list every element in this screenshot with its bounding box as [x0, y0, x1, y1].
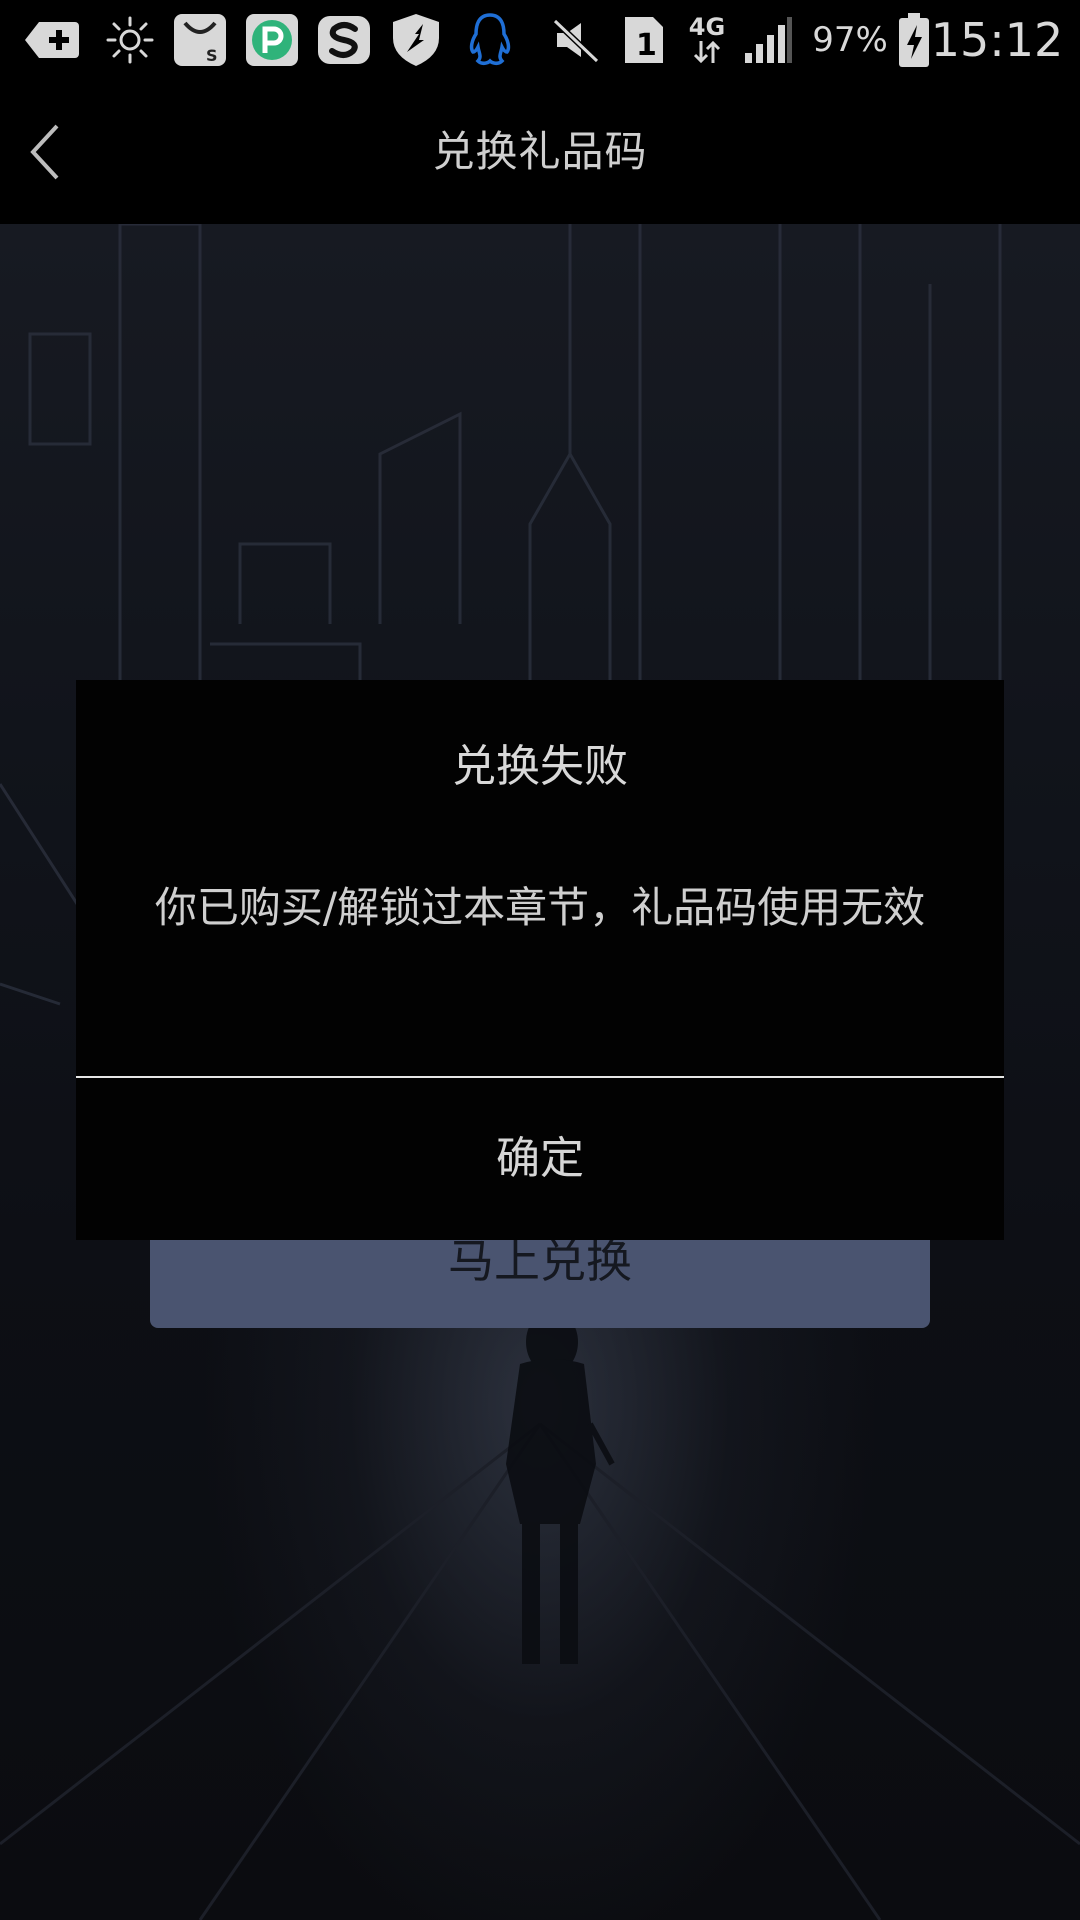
battery-charging-icon — [896, 12, 932, 68]
page-title: 兑换礼品码 — [432, 127, 648, 176]
shield-icon — [388, 12, 444, 68]
redeem-failed-dialog: 兑换失败 你已购买/解锁过本章节，礼品码使用无效 确定 — [76, 680, 1004, 1240]
clock-time: 15:12 — [930, 13, 1064, 67]
signal-icon — [740, 12, 796, 68]
app-header: 兑换礼品码 — [0, 80, 1080, 224]
4g-data-icon: 4G — [684, 12, 730, 68]
brightness-icon — [102, 12, 158, 68]
svg-text:S: S — [206, 46, 218, 65]
shopping-bag-icon: S — [172, 12, 228, 68]
dialog-message: 你已购买/解锁过本章节，礼品码使用无效 — [154, 883, 926, 932]
screen: S 1 4G 97% 15:12 兑换礼品码 马上兑换 兑换失败 你已购买/解锁… — [0, 0, 1080, 1920]
battery-percent: 97% — [812, 20, 888, 60]
p-app-icon — [244, 12, 300, 68]
svg-text:1: 1 — [636, 28, 657, 63]
qq-penguin-icon — [462, 12, 518, 68]
status-bar: S 1 4G 97% 15:12 — [0, 0, 1080, 80]
mute-icon — [548, 12, 604, 68]
sim-1-icon: 1 — [622, 12, 666, 68]
s-app-icon — [316, 12, 372, 68]
network-type-label: 4G — [688, 13, 726, 41]
dialog-title: 兑换失败 — [452, 741, 628, 792]
confirm-button[interactable]: 确定 — [76, 1078, 1004, 1240]
add-notification-icon — [24, 12, 80, 68]
